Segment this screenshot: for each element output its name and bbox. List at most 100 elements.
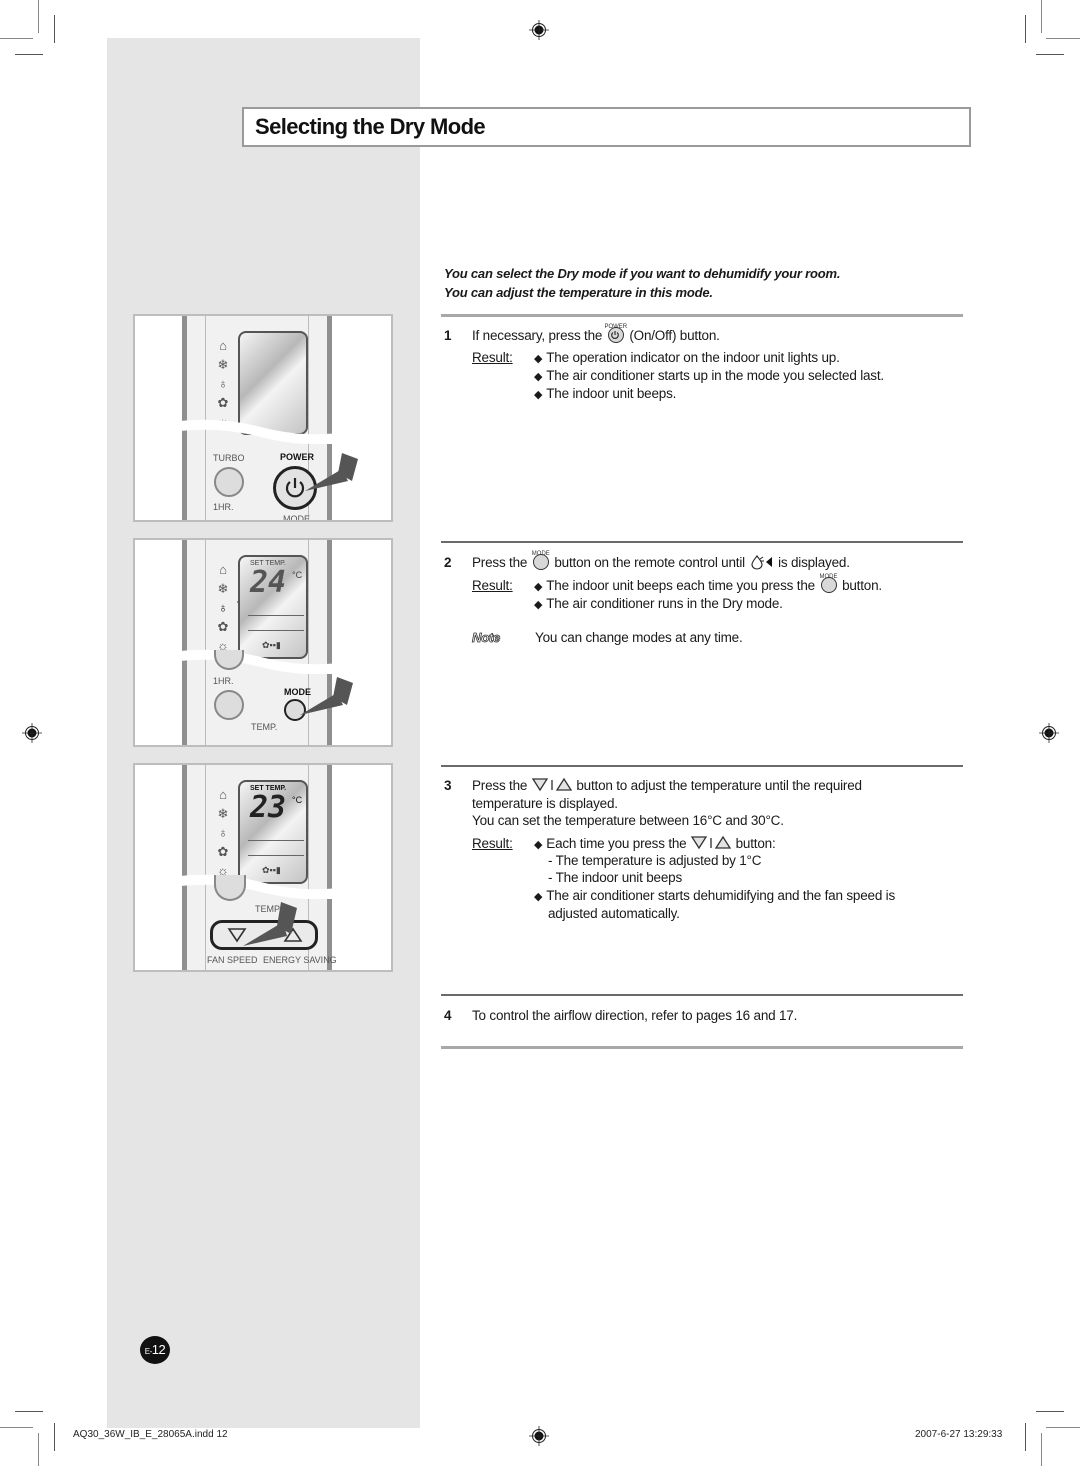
step-number: 3 [444, 778, 452, 793]
step-text-before: Press the [472, 555, 528, 570]
crop-mark [1046, 38, 1080, 39]
pointer-arrow-icon [300, 677, 353, 715]
crop-mark [1036, 54, 1064, 55]
button-caption: MODE [819, 574, 838, 580]
title-box: Selecting the Dry Mode [242, 107, 971, 147]
crop-mark [0, 38, 33, 39]
cool-mode-icon: ❄ [217, 806, 229, 821]
cool-mode-icon: ❄ [217, 357, 229, 372]
result-text: button. [842, 578, 882, 593]
fan-speed-label: FAN SPEED [207, 955, 258, 965]
mode-label: MODE [283, 514, 310, 522]
note-text: You can change modes at any time. [535, 630, 743, 645]
power-button-icon: POWER [604, 324, 627, 343]
fan-mode-icon: ✿ [217, 395, 229, 410]
crop-mark [1041, 1433, 1042, 1466]
crop-mark [1041, 0, 1042, 33]
pointer-arrow-icon [305, 453, 358, 491]
step-text-after: button to adjust the temperature until t… [576, 778, 862, 793]
temp-down-up-icon [531, 777, 572, 792]
step-text-before: Press the [472, 778, 528, 793]
auto-mode-icon: ⌂ [219, 562, 227, 577]
registration-mark-icon [529, 20, 549, 40]
result-text: The air conditioner starts up in the mod… [546, 368, 884, 383]
crop-mark [0, 1427, 33, 1428]
crop-mark [54, 15, 55, 43]
temperature-display: 24 [250, 565, 287, 600]
divider [441, 541, 963, 543]
crop-mark [15, 1411, 43, 1412]
result-text: The indoor unit beeps each time you pres… [546, 578, 815, 593]
page-number-badge: E-12 [140, 1336, 170, 1364]
intro-text: You can select the Dry mode if you want … [444, 264, 840, 302]
divider [441, 314, 963, 317]
crop-mark [1025, 15, 1026, 43]
crop-mark [38, 0, 39, 33]
crop-mark [38, 1433, 39, 1466]
step-text-line: temperature is displayed. [472, 796, 618, 811]
result-item: ◆ The air conditioner starts up in the mo… [534, 368, 884, 383]
fan-mode-icon: ✿ [217, 844, 229, 859]
result-text: button: [735, 836, 776, 851]
cut-wave [135, 649, 391, 674]
footer-timestamp: 2007-6-27 13:29:33 [915, 1429, 1003, 1440]
step-number: 4 [444, 1008, 452, 1023]
crop-mark [15, 54, 43, 55]
footer-file: AQ30_36W_IB_E_28065A.indd 12 [73, 1429, 228, 1440]
step-text-middle: button on the remote control until [554, 555, 745, 570]
step-text: Press the MODE button on the remote cont… [472, 551, 850, 572]
dry-mode-icon: ♁ [218, 376, 228, 391]
result-text: Each time you press the [546, 836, 687, 851]
temperature-unit: °C [292, 570, 303, 580]
result-item: ◆ The indoor unit beeps. [534, 386, 677, 401]
divider [441, 994, 963, 996]
turbo-button [214, 467, 244, 497]
divider [441, 1046, 963, 1049]
cool-mode-icon: ❄ [217, 581, 229, 596]
intro-line: You can select the Dry mode if you want … [444, 266, 841, 281]
registration-mark-icon [1039, 723, 1059, 743]
timer-button [214, 690, 244, 720]
result-label: Result: [472, 836, 513, 851]
cut-wave [135, 874, 391, 899]
cut-wave [135, 419, 391, 444]
auto-mode-icon: ⌂ [219, 787, 227, 802]
note-label: Note [472, 630, 501, 646]
temperature-unit: °C [292, 795, 303, 805]
step-text-after: is displayed. [778, 555, 850, 570]
step-text-after: (On/Off) button. [629, 328, 720, 343]
page-title: Selecting the Dry Mode [255, 114, 486, 139]
step-text-line: You can set the temperature between 16°C… [472, 813, 784, 828]
result-item: ◆ The indoor unit beeps each time you pre… [534, 574, 882, 596]
result-item: ◆ The air conditioner starts dehumidifyin… [534, 888, 896, 903]
temp-label: TEMP. [251, 722, 278, 732]
pointer-arrow-icon [243, 902, 297, 946]
temperature-display: 23 [250, 790, 287, 825]
registration-mark-icon [529, 1426, 549, 1446]
step-text-before: If necessary, press the [472, 328, 603, 343]
auto-mode-icon: ⌂ [219, 338, 227, 353]
sub-item: - The indoor unit beeps [548, 870, 682, 885]
one-hour-label: 1HR. [213, 502, 234, 512]
energy-saving-label: ENERGY SAVING [263, 955, 337, 965]
step-text: If necessary, press the POWER (On/Off) b… [472, 324, 720, 345]
result-text: The air conditioner runs in the Dry mode… [546, 596, 783, 611]
result-label: Result: [472, 578, 513, 593]
page-number: 12 [151, 1342, 166, 1357]
mode-button-icon: MODE [532, 551, 550, 570]
step-number: 1 [444, 328, 452, 343]
result-text: The air conditioner starts dehumidifying… [546, 888, 896, 903]
sub-item: - The temperature is adjusted by 1°C [548, 853, 762, 868]
registration-mark-icon [22, 723, 42, 743]
mode-icons: ⌂ ❄ ♁ ✿ ☼ [215, 560, 231, 655]
crop-mark [54, 1423, 55, 1451]
dry-mode-icon: ♁ [218, 825, 228, 840]
result-text: The operation indicator on the indoor un… [546, 350, 840, 365]
mode-icons: ⌂ ❄ ♁ ✿ ☼ [215, 785, 231, 880]
button-caption: MODE [531, 551, 550, 557]
crop-mark [1025, 1423, 1026, 1451]
mode-button-icon: MODE [820, 574, 838, 593]
power-icon [611, 330, 620, 339]
page-prefix: E- [144, 1347, 153, 1356]
result-item-continued: adjusted automatically. [548, 906, 680, 921]
